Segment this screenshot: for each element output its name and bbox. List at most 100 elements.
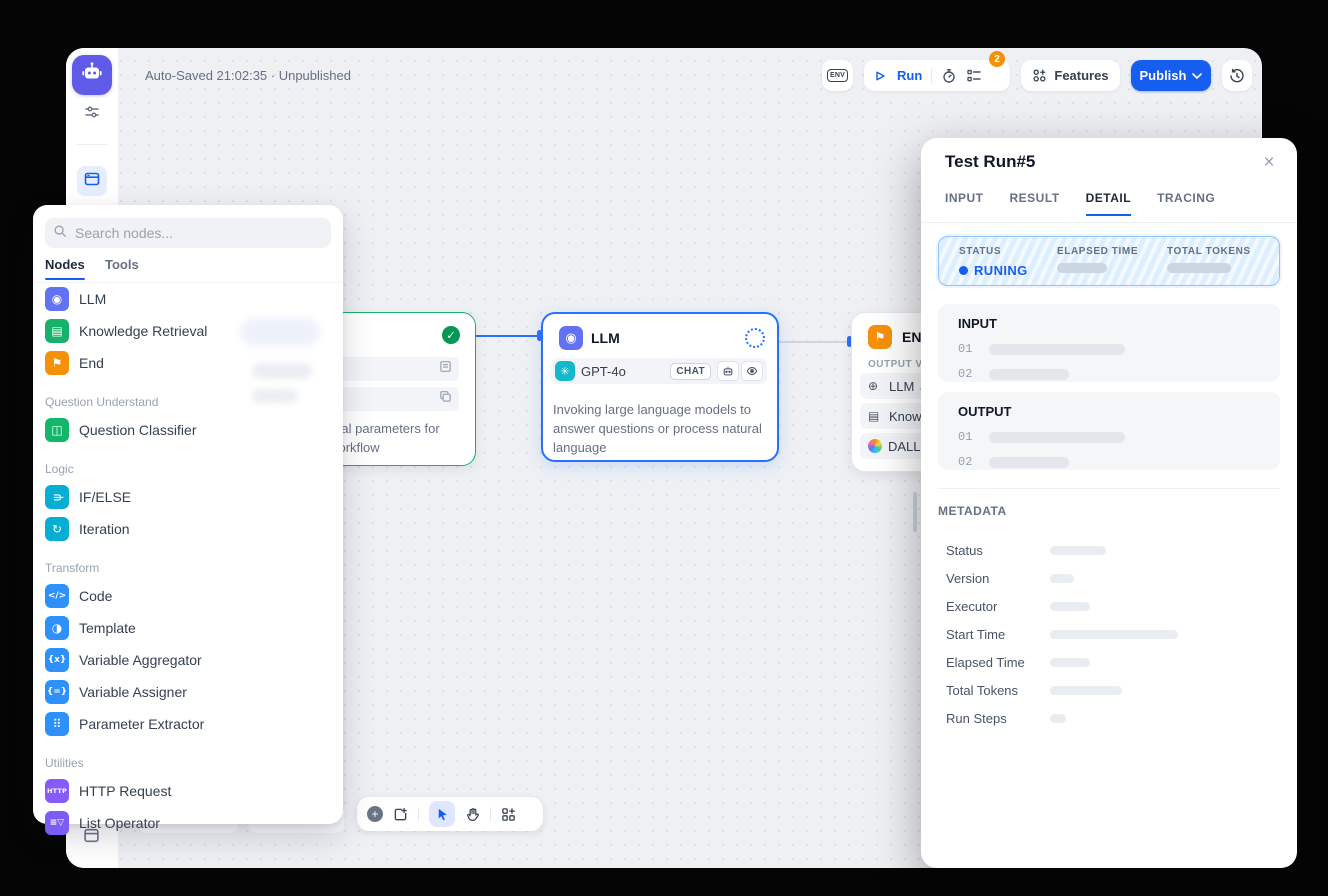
skeleton-loader [989, 369, 1069, 380]
metadata-row: Total Tokens [946, 676, 1266, 704]
node-section-header: Logic [45, 446, 331, 481]
node-list-item[interactable]: ⠿ Parameter Extractor [45, 708, 331, 740]
chevron-down-icon [1192, 73, 1202, 79]
panel-divider [921, 222, 1297, 223]
metadata-list: Status Version Executor Start Time [946, 536, 1266, 732]
node-list-item[interactable]: HTTP HTTP Request [45, 775, 331, 807]
node-list-item[interactable]: ≡▽ List Operator [45, 807, 331, 839]
edge-llm-to-end [775, 341, 851, 343]
run-toolbar-group: Run [864, 60, 1010, 91]
hand-mode-button[interactable] [465, 807, 480, 822]
node-type-icon: ↻ [45, 517, 69, 541]
features-icon [1032, 68, 1047, 83]
node-search-panel: Nodes Tools ◉ LLM ▤ Knowledge Retrieval [33, 205, 343, 824]
add-node-icon[interactable]: + [367, 806, 383, 822]
run-panel-tab[interactable]: DETAIL [1086, 191, 1131, 216]
document-icon [439, 360, 452, 378]
metadata-row: Executor [946, 592, 1266, 620]
llm-node-description: Invoking large language models to answer… [553, 400, 769, 457]
input-title: INPUT [958, 316, 1280, 331]
canvas-toolbar: + [357, 797, 543, 831]
features-button[interactable]: Features [1021, 60, 1120, 91]
node-list-item[interactable]: ◑ Template [45, 612, 331, 644]
node-type-icon: ◉ [45, 287, 69, 311]
window-icon [84, 171, 100, 192]
pointer-mode-button[interactable] [429, 801, 455, 827]
status-label: STATUS [959, 246, 1057, 257]
organize-nodes-button[interactable] [501, 807, 516, 822]
app-logo[interactable] [72, 55, 112, 95]
llm-node-title: LLM [591, 330, 620, 346]
model-name: GPT-4o [581, 364, 670, 379]
env-button[interactable]: ENV [822, 60, 853, 91]
add-note-icon[interactable] [393, 807, 408, 822]
node-list-item[interactable]: ▤ Knowledge Retrieval [45, 315, 331, 347]
node-list-item[interactable]: {=} Variable Assigner [45, 676, 331, 708]
input-section: INPUT 01 02 [938, 304, 1280, 382]
search-input[interactable] [73, 224, 323, 242]
node-list-item[interactable]: </> Code [45, 580, 331, 612]
success-check-icon: ✓ [442, 326, 460, 344]
close-icon[interactable]: × [1258, 152, 1280, 174]
chat-mode-badge: CHAT [670, 363, 711, 380]
total-tokens-label: TOTAL TOKENS [1167, 246, 1251, 257]
node-type-icon: {x} [45, 648, 69, 672]
panel-divider [938, 488, 1280, 489]
test-run-panel: Test Run#5 × INPUT RESULT DETAIL TRACING… [921, 138, 1297, 868]
hand-icon [465, 807, 480, 822]
node-type-icon: HTTP [45, 779, 69, 803]
skeleton-loader [989, 432, 1125, 443]
sliders-icon[interactable] [84, 104, 100, 120]
run-button[interactable]: Run [897, 68, 922, 83]
running-dot-icon [959, 266, 968, 275]
output-row: 01 [958, 430, 1280, 444]
robot-icon [80, 61, 104, 90]
openai-icon: ✳ [555, 361, 575, 381]
autosave-status: Auto-Saved 21:02:35 · Unpublished [145, 62, 351, 90]
tab-nodes[interactable]: Nodes [45, 257, 85, 272]
copy-icon [439, 390, 452, 408]
skeleton-loader [1050, 574, 1074, 583]
node-list-item[interactable]: ↻ Iteration [45, 513, 331, 545]
node-search-box[interactable] [45, 218, 331, 248]
llm-node[interactable]: ◉ LLM ✳ GPT-4o CHAT Invoking large langu… [541, 312, 779, 462]
sidebar-divider [76, 144, 108, 145]
node-section-header: Utilities [45, 740, 331, 775]
variable-source-icon [868, 439, 882, 453]
canvas-scrollbar[interactable] [913, 492, 917, 532]
skeleton-loader [1167, 263, 1231, 273]
llm-node-icon: ◉ [559, 326, 583, 350]
history-button[interactable] [1222, 60, 1252, 91]
end-node-icon: ⚑ [868, 325, 892, 349]
skeleton-loader [1050, 630, 1178, 639]
node-type-icon: ≡▽ [45, 811, 69, 835]
model-selector[interactable]: ✳ GPT-4o CHAT [551, 358, 767, 384]
node-type-icon: ▤ [45, 319, 69, 343]
edge-start-to-llm [474, 335, 540, 337]
checklist-icon[interactable] [966, 68, 982, 84]
metadata-row: Run Steps [946, 704, 1266, 732]
node-list-item[interactable]: {x} Variable Aggregator [45, 644, 331, 676]
metadata-row: Start Time [946, 620, 1266, 648]
node-list-item[interactable]: ◫ Question Classifier [45, 414, 331, 446]
toolbar-divider [418, 807, 419, 821]
run-panel-tab[interactable]: TRACING [1157, 191, 1215, 216]
output-row: 02 [958, 455, 1280, 469]
node-type-icon: ◑ [45, 616, 69, 640]
node-list-item[interactable]: ⋔ IF/ELSE [45, 481, 331, 513]
run-panel-tab[interactable]: INPUT [945, 191, 984, 216]
features-label: Features [1054, 68, 1108, 83]
play-icon[interactable] [874, 70, 886, 82]
status-value: RUNING [974, 263, 1028, 278]
node-type-icon: ◫ [45, 418, 69, 442]
publish-button[interactable]: Publish [1131, 60, 1211, 91]
variable-source-icon: ⊕ [868, 379, 883, 393]
stopwatch-icon[interactable] [941, 68, 957, 84]
run-panel-tab[interactable]: RESULT [1010, 191, 1060, 216]
sidebar-item-workflow[interactable] [77, 166, 107, 196]
node-list-item[interactable]: ◉ LLM [45, 283, 331, 315]
panel-title: Test Run#5 [945, 152, 1035, 172]
node-list-item[interactable]: ⚑ End [45, 347, 331, 379]
tab-tools[interactable]: Tools [105, 257, 139, 272]
node-type-icon: ⚑ [45, 351, 69, 375]
